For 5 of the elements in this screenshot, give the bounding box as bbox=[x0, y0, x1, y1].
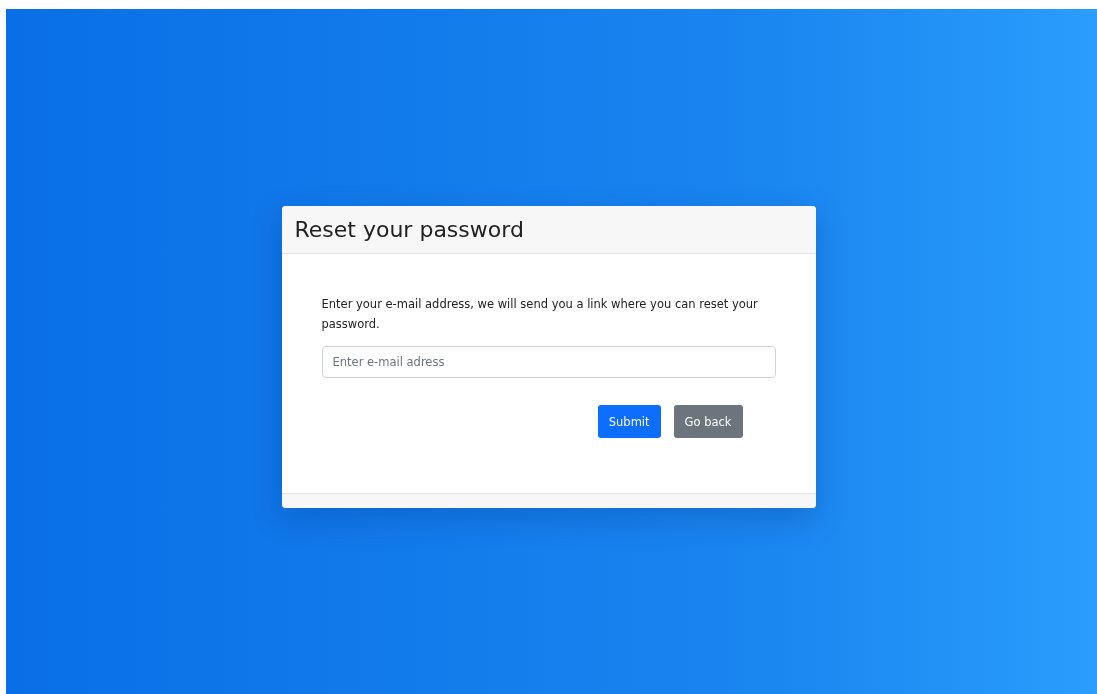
submit-button[interactable]: Submit bbox=[597, 405, 661, 438]
back-button[interactable]: Go back bbox=[673, 405, 743, 438]
email-field[interactable]: Enter e-mail adress bbox=[321, 346, 776, 378]
instruction-text: Enter your e-mail address, we will send you a link where you can reset your password. bbox=[321, 296, 759, 333]
card-title: Reset your password bbox=[294, 217, 524, 242]
